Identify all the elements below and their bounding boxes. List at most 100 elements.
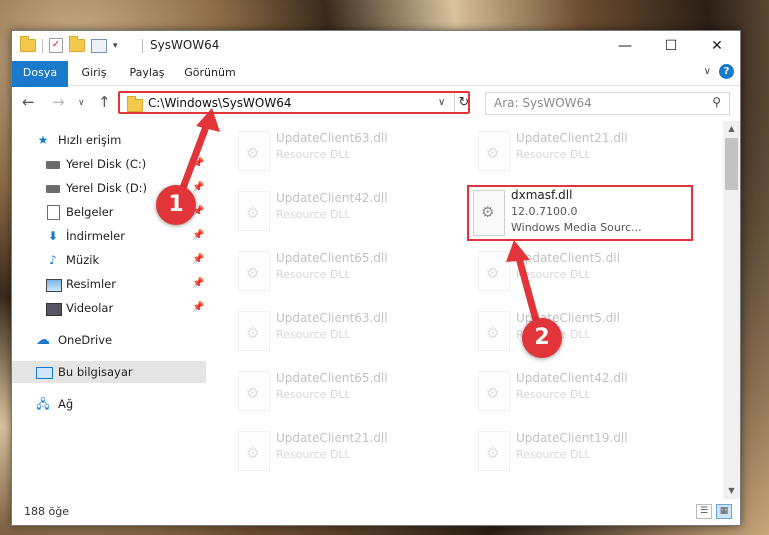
expand-ribbon-icon[interactable]: ∨ xyxy=(704,66,711,77)
file-type: Resource DLL xyxy=(516,388,591,401)
scroll-up-icon[interactable]: ▲ xyxy=(723,121,740,137)
file-name: UpdateClient65.dll xyxy=(276,251,388,265)
sidebar-item-label: Resimler xyxy=(66,277,116,291)
dll-file-icon xyxy=(238,431,270,471)
tiles-view-icon[interactable]: ▦ xyxy=(716,504,732,519)
ribbon-right-controls: ∨ ? xyxy=(704,64,734,79)
forward-arrow-icon[interactable]: → xyxy=(52,93,65,111)
dll-file-icon xyxy=(478,371,510,411)
file-name: UpdateClient5.dll xyxy=(516,251,620,265)
explorer-window: ✓ ▾ SysWOW64 — ☐ ✕ Dosya Giriş Paylaş Gö… xyxy=(11,30,741,526)
properties-check-icon[interactable]: ✓ xyxy=(49,38,63,53)
file-item[interactable]: UpdateClient5.dll Resource DLL xyxy=(474,245,704,295)
file-name: UpdateClient63.dll xyxy=(276,131,388,145)
quick-access-toolbar: ✓ ▾ xyxy=(20,36,118,53)
file-type: Resource DLL xyxy=(516,148,591,161)
address-path[interactable]: C:\Windows\SysWOW64 xyxy=(148,96,292,110)
file-version: 12.0.7100.0 xyxy=(511,205,578,218)
file-item[interactable]: UpdateClient5.dll Resource DLL xyxy=(474,305,704,355)
search-box[interactable]: Ara: SysWOW64 ⚲ xyxy=(485,92,730,115)
navigation-pane: ★ Hızlı erişim Yerel Disk (C:) 📌 Yerel D… xyxy=(12,125,206,499)
details-view-icon[interactable]: ☰ xyxy=(696,504,712,519)
pin-icon: 📌 xyxy=(192,254,205,265)
file-item[interactable]: UpdateClient42.dll Resource DLL xyxy=(474,365,704,415)
file-item[interactable]: UpdateClient63.dll Resource DLL xyxy=(234,125,464,175)
pin-icon: 📌 xyxy=(192,158,205,169)
sidebar-item-label: Yerel Disk (D:) xyxy=(66,181,148,195)
dll-file-icon xyxy=(238,131,270,171)
scrollbar-thumb[interactable] xyxy=(725,138,738,190)
file-list: UpdateClient63.dll Resource DLL UpdateCl… xyxy=(210,121,722,499)
file-item[interactable]: UpdateClient65.dll Resource DLL xyxy=(234,245,464,295)
drive-icon xyxy=(46,161,60,169)
dll-file-icon xyxy=(238,191,270,231)
sidebar-item-label: Bu bilgisayar xyxy=(58,365,133,379)
sidebar-item-label: Ağ xyxy=(58,397,74,411)
sidebar-item-label: Videolar xyxy=(66,301,114,315)
sidebar-item-videolar[interactable]: Videolar 📌 xyxy=(12,297,206,319)
file-name: UpdateClient19.dll xyxy=(516,431,628,445)
address-bar[interactable]: C:\Windows\SysWOW64 ∨ ↻ xyxy=(118,91,470,114)
file-item[interactable]: UpdateClient21.dll Resource DLL xyxy=(234,425,464,475)
sidebar-item-label: Hızlı erişim xyxy=(58,133,122,147)
search-icon[interactable]: ⚲ xyxy=(712,95,721,109)
file-name: UpdateClient21.dll xyxy=(516,131,628,145)
tab-giris[interactable]: Giriş xyxy=(74,61,114,85)
title-bar: ✓ ▾ SysWOW64 — ☐ ✕ xyxy=(12,31,740,61)
cloud-icon: ☁ xyxy=(36,332,50,348)
sidebar-item-network[interactable]: 🖧 Ağ xyxy=(12,393,206,415)
network-icon: 🖧 xyxy=(36,397,50,411)
file-type: Resource DLL xyxy=(276,328,351,341)
file-type: Resource DLL xyxy=(276,268,351,281)
file-type: Resource DLL xyxy=(516,268,591,281)
sidebar-item-indirmeler[interactable]: ⬇ İndirmeler 📌 xyxy=(12,225,206,247)
file-description: Windows Media Sourc... xyxy=(511,221,642,234)
search-input[interactable]: Ara: SysWOW64 xyxy=(494,96,592,110)
file-item[interactable]: UpdateClient42.dll Resource DLL xyxy=(234,185,464,235)
sidebar-item-label: OneDrive xyxy=(58,333,113,347)
help-icon[interactable]: ? xyxy=(719,64,734,79)
step-2-badge: 2 xyxy=(522,318,562,358)
up-arrow-icon[interactable]: ↑ xyxy=(98,93,111,111)
file-name: UpdateClient42.dll xyxy=(276,191,388,205)
sidebar-item-disk-c[interactable]: Yerel Disk (C:) 📌 xyxy=(12,153,206,175)
sidebar-item-resimler[interactable]: Resimler 📌 xyxy=(12,273,206,295)
sidebar-item-this-pc[interactable]: Bu bilgisayar xyxy=(12,361,206,383)
title-divider xyxy=(142,39,143,53)
file-item-dxmasf[interactable]: dxmasf.dll 12.0.7100.0 Windows Media Sou… xyxy=(467,185,693,241)
tab-gorunum[interactable]: Görünüm xyxy=(180,61,240,85)
dll-file-icon xyxy=(238,371,270,411)
minimize-button[interactable]: — xyxy=(602,31,648,61)
download-icon: ⬇ xyxy=(47,229,59,243)
file-type: Resource DLL xyxy=(516,448,591,461)
star-icon: ★ xyxy=(37,133,49,147)
close-button[interactable]: ✕ xyxy=(694,31,740,61)
file-item[interactable]: UpdateClient19.dll Resource DLL xyxy=(474,425,704,475)
file-item[interactable]: UpdateClient65.dll Resource DLL xyxy=(234,365,464,415)
file-name: UpdateClient63.dll xyxy=(276,311,388,325)
file-item[interactable]: UpdateClient63.dll Resource DLL xyxy=(234,305,464,355)
vertical-scrollbar[interactable]: ▲ ▼ xyxy=(723,121,740,499)
recent-locations-icon[interactable]: ∨ xyxy=(78,98,85,108)
refresh-icon[interactable]: ↻ xyxy=(454,93,471,112)
customize-toolbar-icon[interactable]: ▾ xyxy=(113,41,118,51)
back-arrow-icon[interactable]: ← xyxy=(22,93,35,111)
address-dropdown-icon[interactable]: ∨ xyxy=(438,97,445,108)
folder-icon xyxy=(20,36,36,52)
sidebar-item-onedrive[interactable]: ☁ OneDrive xyxy=(12,329,206,351)
tab-paylas[interactable]: Paylaş xyxy=(124,61,170,85)
properties-icon[interactable] xyxy=(91,38,107,53)
address-folder-icon xyxy=(127,96,143,112)
sidebar-item-label: İndirmeler xyxy=(66,229,125,243)
computer-icon xyxy=(36,367,53,379)
scroll-down-icon[interactable]: ▼ xyxy=(723,483,740,499)
step-1-badge: 1 xyxy=(156,185,196,225)
sidebar-item-quick-access[interactable]: ★ Hızlı erişim xyxy=(12,129,206,151)
pin-icon: 📌 xyxy=(192,230,205,241)
file-type: Resource DLL xyxy=(276,388,351,401)
drive-icon xyxy=(46,185,60,193)
maximize-button[interactable]: ☐ xyxy=(648,31,694,61)
sidebar-item-muzik[interactable]: ♪ Müzik 📌 xyxy=(12,249,206,271)
new-folder-icon[interactable] xyxy=(69,36,85,52)
file-item[interactable]: UpdateClient21.dll Resource DLL xyxy=(474,125,704,175)
